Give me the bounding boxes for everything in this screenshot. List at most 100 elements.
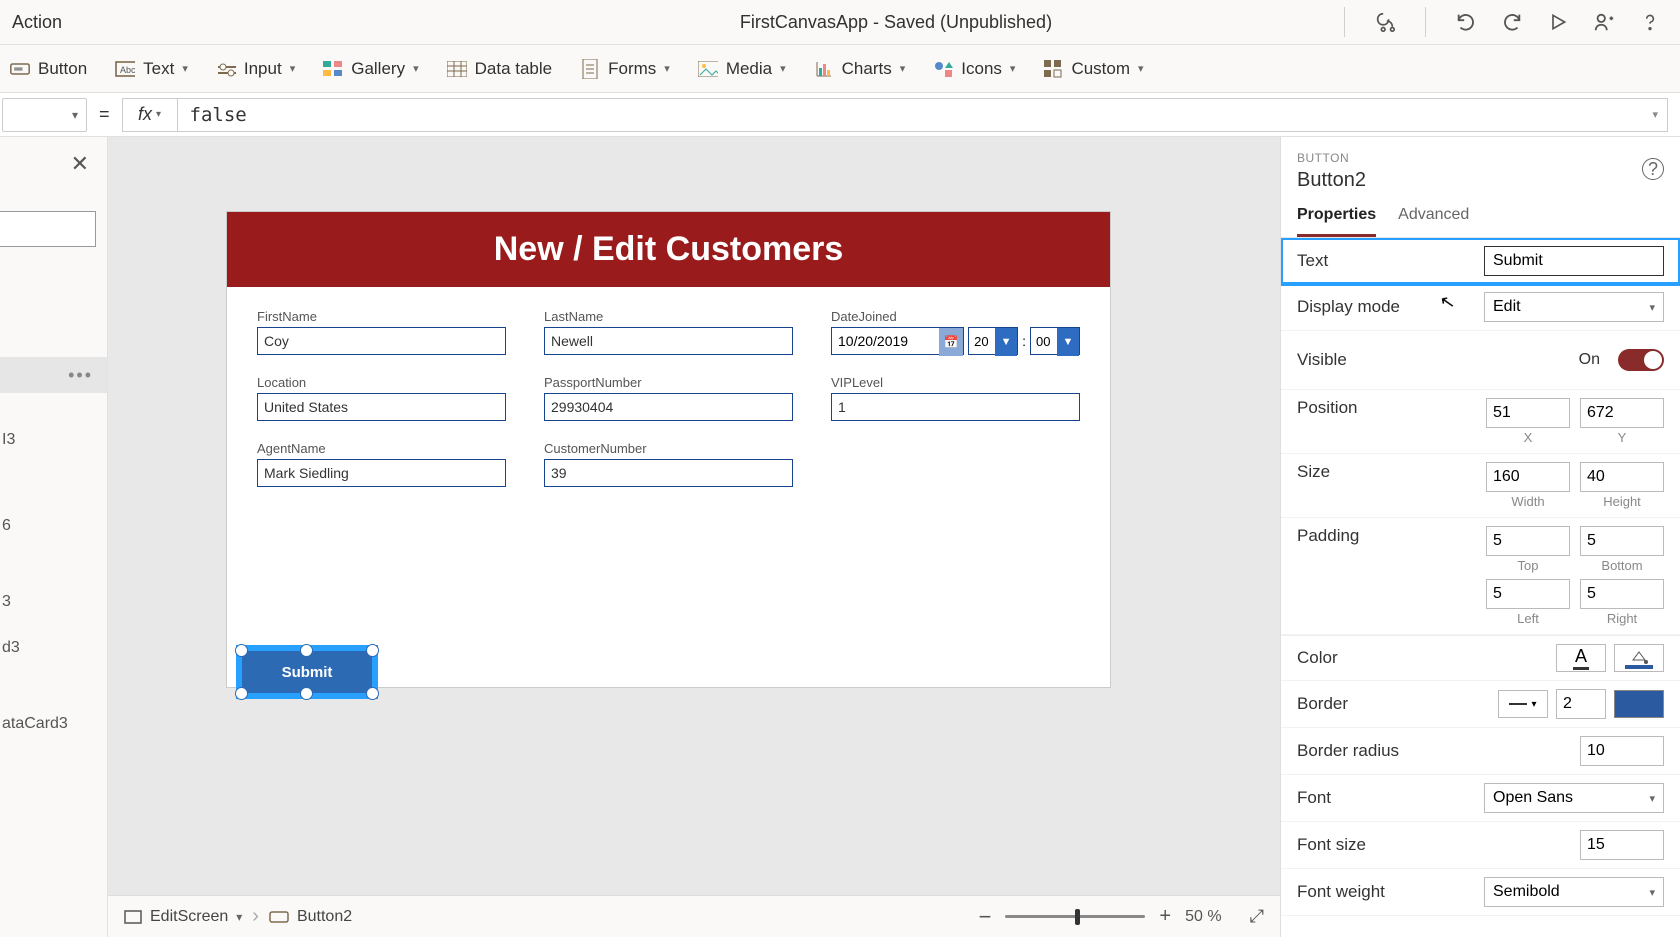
resize-handle[interactable] [235,687,248,700]
resize-handle[interactable] [235,644,248,657]
pad-label: Bottom [1580,558,1664,573]
zoom-in-button[interactable]: + [1159,905,1171,928]
font-weight-select[interactable]: Semibold▾ [1484,877,1664,907]
tree-item[interactable]: ataCard3 [2,701,107,747]
resize-handle[interactable] [366,644,379,657]
text-icon: Abc [115,59,135,79]
passport-input[interactable] [544,393,793,421]
size-height-input[interactable] [1580,462,1664,492]
formula-expand-icon[interactable]: ▾ [1652,108,1658,121]
redo-icon[interactable] [1500,10,1524,34]
tree-item[interactable]: I3 [2,417,107,463]
ribbon-label: Forms [608,59,656,79]
field-label: FirstName [257,309,506,324]
location-input[interactable] [257,393,506,421]
ribbon-label: Data table [475,59,553,79]
insert-gallery[interactable]: Gallery▾ [323,59,418,79]
menu-action[interactable]: Action [8,12,454,33]
prop-text-input[interactable] [1484,246,1664,276]
padding-top-input[interactable] [1486,526,1570,556]
insert-forms[interactable]: Forms ▾ [580,59,670,79]
vip-input[interactable] [831,393,1080,421]
border-radius-input[interactable] [1580,736,1664,766]
tab-properties[interactable]: Properties [1297,206,1376,237]
prop-label: Font size [1297,835,1570,855]
tree-item[interactable]: 3 [2,579,107,625]
share-icon[interactable] [1592,10,1616,34]
tree-item[interactable]: 6 [2,503,107,549]
font-size-input[interactable] [1580,830,1664,860]
search-input[interactable] [0,211,96,247]
chevron-down-icon: ▾ [900,62,906,75]
insert-text[interactable]: Abc Text▾ [115,59,188,79]
visible-toggle[interactable] [1618,349,1664,371]
breadcrumb-screen[interactable]: EditScreen ▾ [124,908,242,926]
charts-icon [814,59,834,79]
first-name-input[interactable] [257,327,506,355]
padding-left-input[interactable] [1486,579,1570,609]
forms-icon [580,59,600,79]
help-icon[interactable]: ? [1642,158,1664,180]
insert-custom[interactable]: Custom▾ [1043,59,1143,79]
property-selector[interactable]: ▾ [2,98,87,132]
separator [1425,7,1426,37]
app-checker-icon[interactable] [1373,10,1397,34]
font-select[interactable]: Open Sans▾ [1484,783,1664,813]
tree-selected-item[interactable]: ••• [0,357,107,393]
resize-handle[interactable] [300,687,313,700]
insert-icons[interactable]: Icons▾ [933,59,1015,79]
position-y-input[interactable] [1580,398,1664,428]
ribbon-label: Custom [1071,59,1130,79]
hour-select[interactable]: 20▼ [968,327,1018,355]
close-icon[interactable]: ✕ [71,151,89,177]
insert-input[interactable]: Input▾ [216,59,295,79]
app-canvas[interactable]: New / Edit Customers FirstName LastName … [226,211,1111,688]
minute-select[interactable]: 00▼ [1030,327,1080,355]
resize-handle[interactable] [300,644,313,657]
zoom-out-button[interactable]: − [979,904,992,930]
prop-label: Text [1297,251,1474,271]
font-color-picker[interactable]: A [1556,644,1606,672]
fit-screen-icon[interactable]: ⤢ [1250,906,1264,927]
submit-button[interactable]: Submit [242,651,372,693]
breadcrumb-element[interactable]: Button2 [269,908,352,926]
field-label: PassportNumber [544,375,793,390]
tree-item[interactable]: d3 [2,625,107,671]
resize-handle[interactable] [366,687,379,700]
agent-input[interactable] [257,459,506,487]
help-icon[interactable] [1638,10,1662,34]
separator [1344,7,1345,37]
fx-button[interactable]: fx▾ [122,98,178,132]
prop-label: Position [1297,398,1476,418]
border-style-select[interactable]: ▾ [1498,690,1548,718]
fill-color-picker[interactable] [1614,644,1664,672]
position-x-input[interactable] [1486,398,1570,428]
chevron-down-icon: ▾ [413,62,419,75]
last-name-input[interactable] [544,327,793,355]
prop-label: Padding [1297,526,1476,546]
padding-right-input[interactable] [1580,579,1664,609]
field-label: CustomerNumber [544,441,793,456]
calendar-icon[interactable]: 📅 [939,328,963,356]
prop-text-row: Text [1281,238,1680,286]
date-picker[interactable]: 10/20/2019📅 [831,327,964,355]
size-width-input[interactable] [1486,462,1570,492]
zoom-value: 50 % [1185,908,1221,926]
insert-charts[interactable]: Charts▾ [814,59,906,79]
play-icon[interactable] [1546,10,1570,34]
prop-label: Size [1297,462,1476,482]
pad-label: Top [1486,558,1570,573]
insert-data-table[interactable]: Data table [447,59,553,79]
chevron-down-icon: ▾ [664,62,670,75]
undo-icon[interactable] [1454,10,1478,34]
customer-number-input[interactable] [544,459,793,487]
zoom-slider[interactable] [1005,915,1145,918]
border-width-input[interactable] [1556,689,1606,719]
prop-display-mode-select[interactable]: Edit▾ [1484,292,1664,322]
insert-media[interactable]: Media▾ [698,59,786,79]
padding-bottom-input[interactable] [1580,526,1664,556]
insert-button[interactable]: Button [10,59,87,79]
tab-advanced[interactable]: Advanced [1398,206,1469,237]
formula-input[interactable] [177,98,1668,132]
border-color-picker[interactable] [1614,690,1664,718]
